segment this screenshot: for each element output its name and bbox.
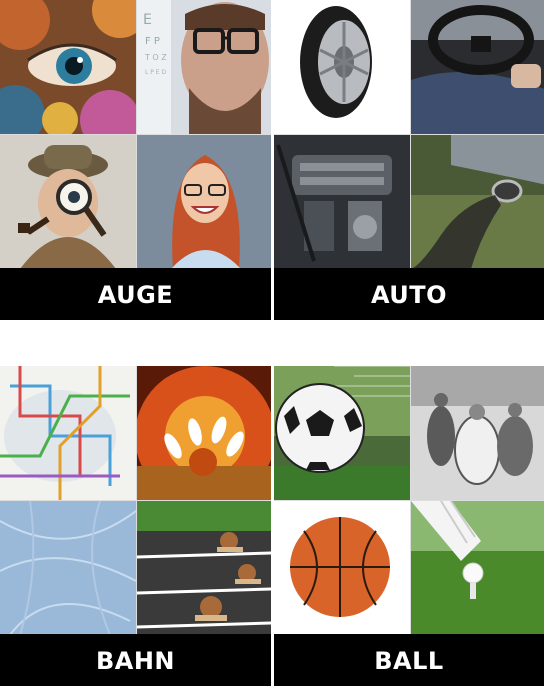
answer-label: BALL	[274, 634, 544, 686]
bowling-strike-image	[137, 366, 271, 500]
exhaust-smoke-image	[411, 135, 544, 268]
soccer-ball-net-image	[274, 366, 410, 500]
transit-map-image	[0, 366, 136, 500]
ice-rink-image	[0, 501, 136, 634]
puzzle-card-ball[interactable]: BALL	[274, 366, 544, 686]
painted-eye-image	[0, 0, 136, 134]
image-grid	[274, 366, 544, 634]
driver-steering-wheel-image	[411, 0, 544, 134]
puzzle-card-bahn[interactable]: BAHN	[0, 366, 271, 686]
snail-race-track-image	[137, 501, 271, 634]
puzzle-card-auge[interactable]: E F P T O Z L P E D AUGE	[0, 0, 271, 320]
image-grid	[0, 366, 271, 634]
eye-test-man-image: E F P T O Z L P E D	[137, 0, 271, 134]
redhead-glasses-woman-image	[137, 135, 271, 268]
detective-magnifier-image	[0, 135, 136, 268]
svg-text:T O Z: T O Z	[144, 53, 167, 62]
golf-ball-tee-image	[411, 501, 544, 634]
image-grid: E F P T O Z L P E D	[0, 0, 271, 268]
historic-ball-dance-image	[411, 366, 544, 500]
svg-text:L P E D: L P E D	[145, 69, 166, 76]
tire-image	[274, 0, 410, 134]
puzzle-card-auto[interactable]: AUTO	[274, 0, 544, 320]
answer-label: AUTO	[274, 268, 544, 320]
svg-text:E: E	[143, 12, 152, 28]
image-grid	[274, 0, 544, 268]
answer-label: AUGE	[0, 268, 271, 320]
car-engine-image	[274, 135, 410, 268]
answer-label: BAHN	[0, 634, 271, 686]
svg-text:F P: F P	[145, 36, 160, 47]
basketball-image	[274, 501, 410, 634]
